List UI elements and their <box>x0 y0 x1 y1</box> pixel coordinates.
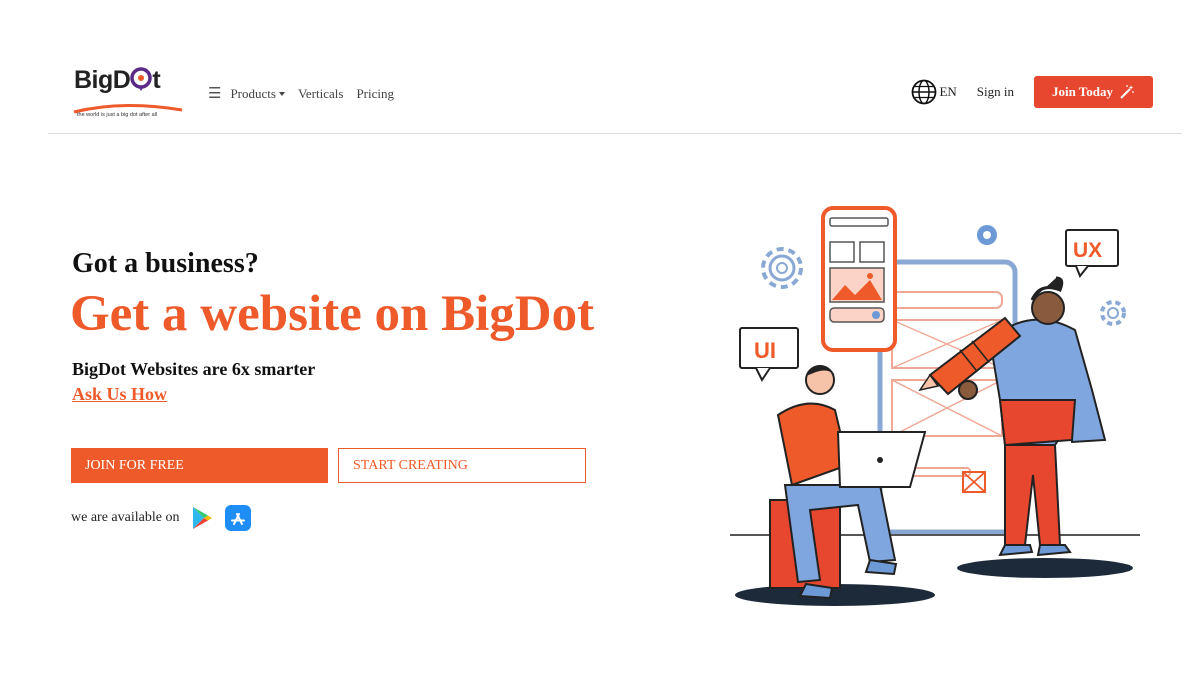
hero-kicker: Got a business? <box>72 248 259 279</box>
ui-badge-text: UI <box>754 338 776 363</box>
nav-products[interactable]: Products <box>230 86 285 102</box>
gear-icon-right <box>1100 300 1126 326</box>
nav-verticals[interactable]: Verticals <box>298 86 343 102</box>
language-label: EN <box>939 84 957 99</box>
nav-pricing[interactable]: Pricing <box>356 86 394 102</box>
top-header: BigD t the world is just a big dot after… <box>48 56 1182 134</box>
magic-wand-icon <box>1120 85 1134 99</box>
gear-icon-large <box>761 247 803 289</box>
app-availability: we are available on <box>71 505 252 531</box>
ux-speech-bubble: UX <box>1065 229 1119 278</box>
sign-in-link[interactable]: Sign in <box>977 84 1014 100</box>
join-today-label: Join Today <box>1051 84 1114 99</box>
hero-illustration: UI UX <box>730 206 1140 606</box>
logo-wordmark: BigD t <box>74 66 161 94</box>
nav-products-label: Products <box>230 85 276 101</box>
join-today-button[interactable]: Join Today <box>1034 76 1153 108</box>
globe-icon <box>912 79 937 105</box>
ui-speech-bubble: UI <box>739 327 799 382</box>
ask-us-how-link[interactable]: Ask Us How <box>72 384 167 405</box>
ux-badge-text: UX <box>1073 239 1102 262</box>
hamburger-menu-icon[interactable]: ☰ <box>208 84 221 103</box>
language-selector[interactable]: EN <box>911 79 957 105</box>
logo-tagline: the world is just a big dot after all <box>77 112 158 118</box>
join-for-free-button[interactable]: JOIN FOR FREE <box>71 448 328 483</box>
availability-text: we are available on <box>71 510 180 525</box>
google-play-icon[interactable] <box>189 505 215 531</box>
app-store-icon[interactable] <box>225 505 252 531</box>
bigdot-logo[interactable]: BigD t the world is just a big dot after… <box>72 66 188 124</box>
header-actions: EN Sign in Join Today <box>911 76 1153 108</box>
hero-subtitle: BigDot Websites are 6x smarter <box>72 359 316 379</box>
main-nav: ☰ Products Verticals Pricing <box>208 84 394 103</box>
logo-dot-icon <box>130 67 153 91</box>
start-creating-button[interactable]: START CREATING <box>338 448 586 483</box>
background-screen <box>877 259 1018 535</box>
hero-headline: Get a website on BigDot <box>70 286 595 342</box>
chevron-down-icon <box>278 91 285 96</box>
gear-icon-small <box>977 225 997 245</box>
